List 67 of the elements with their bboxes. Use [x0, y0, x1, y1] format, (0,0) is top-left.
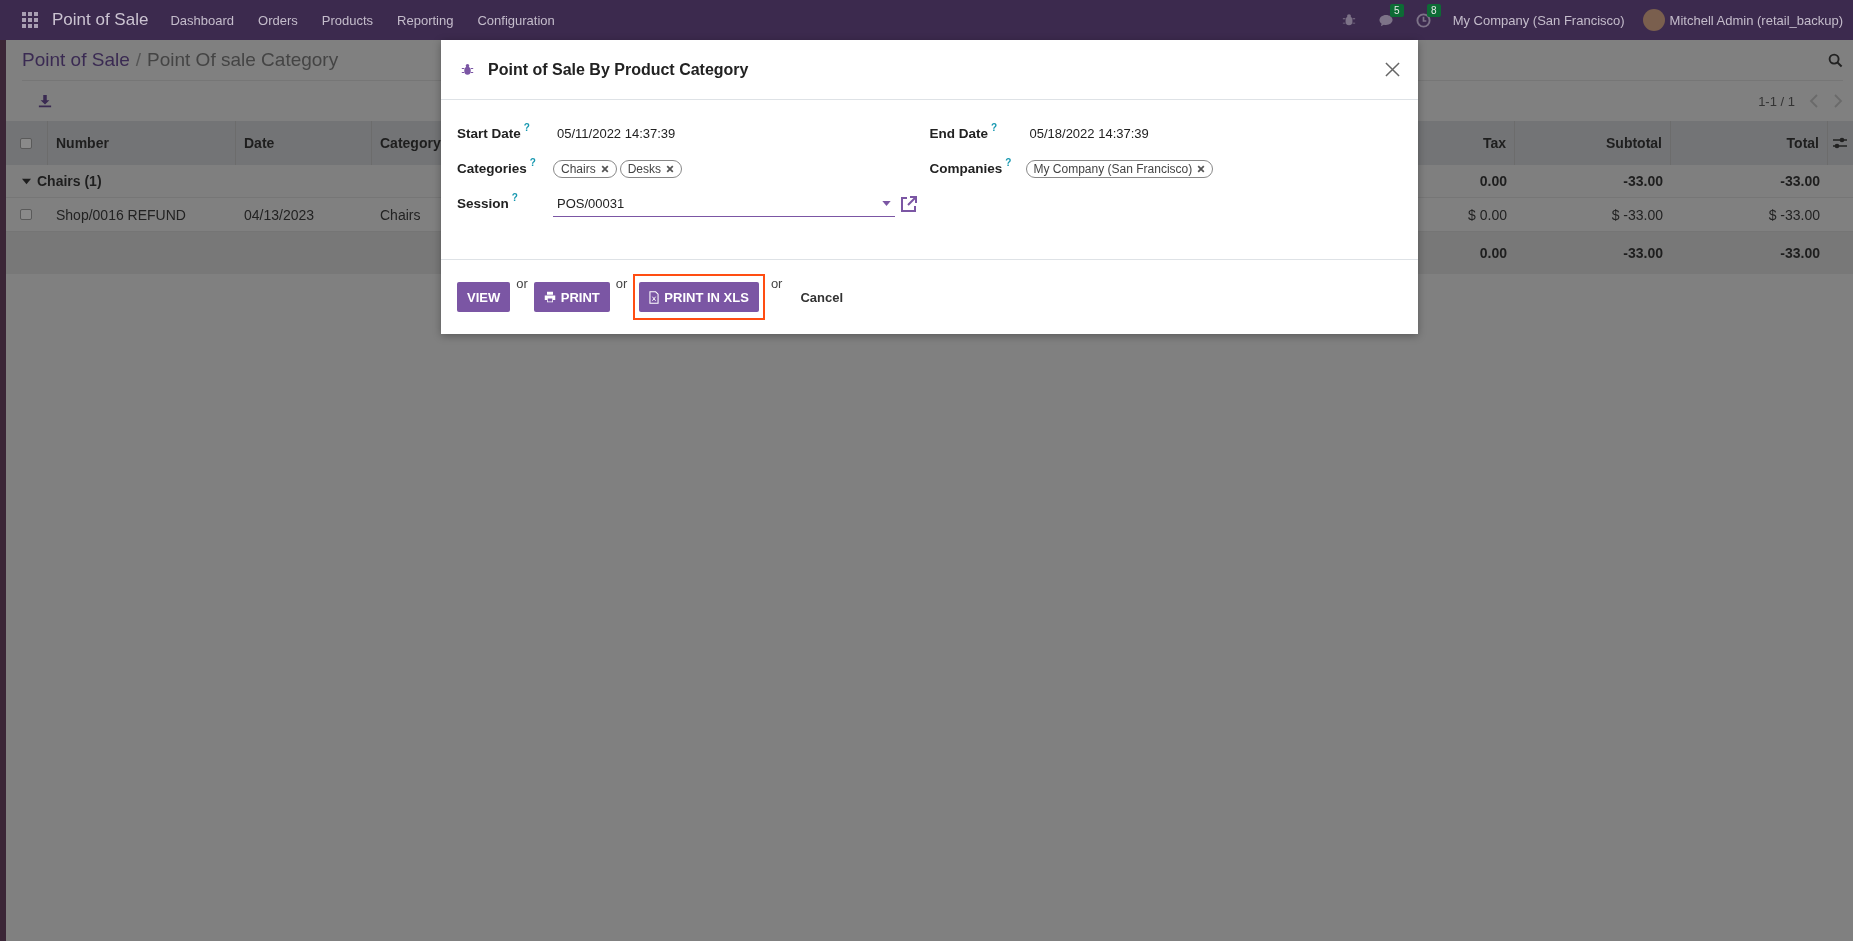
user-avatar[interactable]: [1642, 9, 1665, 31]
caret-icon[interactable]: [22, 176, 31, 186]
menu-item[interactable]: Dashboard: [170, 12, 234, 28]
count-badge: 8: [1427, 3, 1441, 17]
or-separator: or: [516, 276, 528, 291]
bug-icon[interactable]: [1341, 13, 1356, 27]
menu-item[interactable]: Configuration: [477, 12, 555, 28]
file-icon: [649, 290, 660, 304]
group-label[interactable]: Chairs (1): [37, 173, 102, 189]
search-icon[interactable]: [1828, 52, 1843, 68]
menu-item[interactable]: Orders: [258, 12, 298, 28]
table-cell-text: Shop/0016 REFUND: [55, 206, 187, 223]
bug-icon: [461, 63, 474, 76]
menu-item[interactable]: Products: [321, 12, 374, 28]
group-sum: 0.00: [1478, 173, 1508, 189]
help-icon[interactable]: ?: [529, 157, 536, 168]
table-cell-text: $ -33.00: [1610, 206, 1664, 223]
print-xls-button[interactable]: PRINT IN XLS: [639, 282, 759, 312]
breadcrumb-separator: /: [135, 49, 142, 71]
dropdown-caret-icon: [882, 200, 891, 206]
download-icon[interactable]: [38, 94, 52, 108]
select-field[interactable]: POS/00031: [553, 190, 895, 217]
breadcrumb-link[interactable]: Point of Sale: [22, 49, 130, 71]
total-cell-text: -33.00: [1622, 245, 1664, 261]
clock-icon[interactable]: [1415, 12, 1431, 28]
close-icon[interactable]: [1385, 62, 1400, 77]
printer-icon: [543, 291, 556, 303]
field-label: Session: [457, 196, 509, 211]
field-label: End Date: [929, 126, 988, 141]
apps-menu-icon[interactable]: [22, 12, 38, 28]
or-separator: or: [615, 276, 628, 291]
field-label: Categories: [457, 161, 527, 176]
help-icon[interactable]: ?: [523, 122, 530, 133]
user-menu[interactable]: Mitchell Admin (retail_backup): [1669, 12, 1843, 28]
table-cell-text: Chairs: [379, 206, 422, 223]
group-sum: -33.00: [1779, 173, 1821, 189]
app-name[interactable]: Point of Sale: [52, 10, 149, 30]
row-checkbox[interactable]: [20, 209, 32, 220]
remove-icon[interactable]: [1197, 164, 1206, 173]
count-badge: 5: [1390, 3, 1404, 17]
table-cell-text: $ 0.00: [1467, 206, 1508, 223]
group-sum: -33.00: [1622, 173, 1664, 189]
column-settings-icon[interactable]: [1832, 135, 1848, 151]
select-all-checkbox[interactable]: [20, 137, 32, 149]
view-button[interactable]: VIEW: [457, 282, 511, 312]
total-cell-text: -33.00: [1779, 245, 1821, 261]
or-separator: or: [770, 276, 783, 291]
pager-value[interactable]: 1-1 / 1: [1758, 93, 1795, 109]
cancel-button[interactable]: Cancel: [792, 289, 852, 305]
help-icon[interactable]: ?: [511, 192, 518, 203]
help-icon[interactable]: ?: [1005, 157, 1012, 168]
print-button[interactable]: PRINT: [533, 282, 610, 312]
dialog-title: Point of Sale By Product Category: [488, 60, 750, 79]
breadcrumb-current: Point Of sale Category: [147, 49, 339, 71]
remove-icon[interactable]: [600, 164, 609, 173]
date-value[interactable]: 05/11/2022 14:37:39: [553, 126, 930, 141]
menu-item[interactable]: Reporting: [397, 12, 454, 28]
chat-icon[interactable]: [1377, 12, 1394, 28]
company-switcher[interactable]: My Company (San Francisco): [1452, 12, 1625, 28]
field-label: Companies: [929, 161, 1003, 176]
table-cell-text: 04/13/2023: [243, 206, 316, 223]
field-label: Start Date: [457, 126, 521, 141]
help-icon[interactable]: ?: [991, 122, 998, 133]
total-cell-text: 0.00: [1478, 245, 1508, 261]
remove-icon[interactable]: [666, 164, 675, 173]
table-cell-text: $ -33.00: [1767, 206, 1821, 223]
external-link-icon[interactable]: [900, 194, 918, 213]
